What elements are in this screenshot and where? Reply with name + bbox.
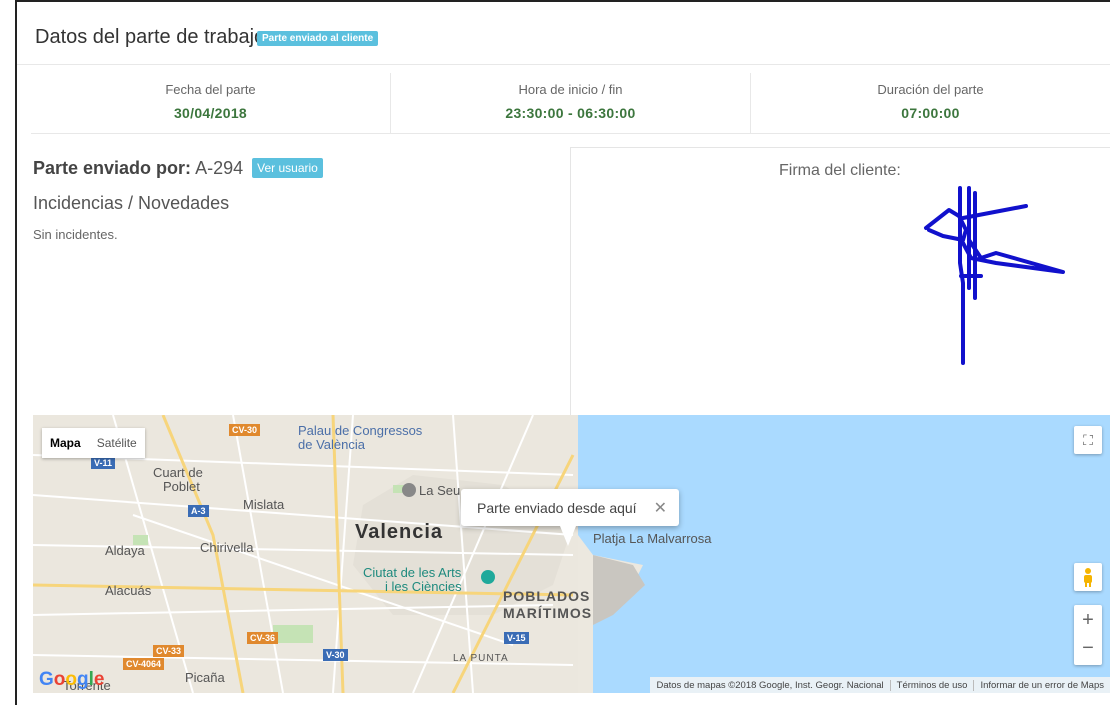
map-label-cuart-1: Cuart de xyxy=(153,465,203,480)
map-label-mislata: Mislata xyxy=(243,497,285,512)
info-window: Parte enviado desde aquí ✕ xyxy=(461,489,679,526)
info-window-pointer xyxy=(560,526,576,546)
stat-time-value: 23:30:00 - 06:30:00 xyxy=(505,105,636,121)
road-shield-v15: V-15 xyxy=(504,632,529,644)
incidents-text: Sin incidentes. xyxy=(33,227,118,242)
card-header: Datos del parte de trabajo Parte enviado… xyxy=(17,2,1110,65)
fullscreen-icon: ⛶ xyxy=(1083,431,1093,448)
street-view-pegman[interactable] xyxy=(1074,563,1102,591)
stat-duration-label: Duración del parte xyxy=(877,82,984,97)
sender-line: Parte enviado por: A-294 Ver usuario xyxy=(33,158,553,179)
page-title: Datos del parte de trabajo xyxy=(35,26,266,48)
map-label-seu: La Seu xyxy=(419,483,461,498)
road-shield-cv33: CV-33 xyxy=(153,645,185,657)
stat-date-label: Fecha del parte xyxy=(165,82,256,97)
report-details: Parte enviado por: A-294 Ver usuario Inc… xyxy=(33,150,553,242)
road-shield-a3: A-3 xyxy=(188,505,209,517)
stat-date: Fecha del parte 30/04/2018 xyxy=(31,73,391,133)
stat-duration: Duración del parte 07:00:00 xyxy=(751,73,1110,133)
close-icon[interactable]: ✕ xyxy=(654,498,667,518)
sender-label: Parte enviado por: xyxy=(33,158,192,178)
map-label-aldaya: Aldaya xyxy=(105,543,145,558)
zoom-out-button[interactable]: − xyxy=(1082,635,1094,665)
fullscreen-button[interactable]: ⛶ xyxy=(1074,426,1102,454)
status-badge: Parte enviado al cliente xyxy=(257,31,379,46)
zoom-control: + − xyxy=(1074,605,1102,665)
google-logo: Google xyxy=(39,669,105,690)
map-label-valencia: Valencia xyxy=(355,521,444,543)
road-shield-cv4064: CV-4064 xyxy=(123,658,165,670)
map-label-poblados-1: POBLADOS xyxy=(503,588,591,604)
pegman-icon xyxy=(1084,568,1092,587)
map-label-palau-1: Palau de Congressos xyxy=(298,423,423,438)
signature-panel: Firma del cliente: xyxy=(570,147,1110,415)
map-label-chirivella: Chirivella xyxy=(200,540,254,555)
map-type-map-button[interactable]: Mapa xyxy=(42,428,89,458)
report-error-link[interactable]: Informar de un error de Maps xyxy=(973,679,1110,691)
map-label-platja: Platja La Malvarrosa xyxy=(593,531,712,546)
map-tiles xyxy=(33,415,1110,693)
map-label-cuart-2: Poblet xyxy=(163,479,200,494)
road-shield-cv30: CV-30 xyxy=(229,424,261,436)
map-label-ciutat-2: i les Ciències xyxy=(385,579,462,594)
map-attribution: Datos de mapas ©2018 Google, Inst. Geogr… xyxy=(650,677,1110,693)
stat-time: Hora de inicio / fin 23:30:00 - 06:30:00 xyxy=(391,73,751,133)
map-label-alacuas: Alacuás xyxy=(105,583,152,598)
road-shield-cv36: CV-36 xyxy=(247,632,279,644)
map-type-satellite-button[interactable]: Satélite xyxy=(89,428,145,458)
stat-date-value: 30/04/2018 xyxy=(173,105,248,121)
map-data-credit: Datos de mapas ©2018 Google, Inst. Geogr… xyxy=(656,679,884,691)
info-window-text: Parte enviado desde aquí xyxy=(477,499,637,516)
road-shield-v11: V-11 xyxy=(91,457,116,469)
map-label-ciutat-1: Ciutat de les Arts xyxy=(363,565,462,580)
client-signature xyxy=(924,186,1065,365)
terms-link[interactable]: Términos de uso xyxy=(889,679,974,691)
zoom-in-button[interactable]: + xyxy=(1082,605,1094,635)
map-label-lapunta: LA PUNTA xyxy=(453,653,509,664)
stats-row: Fecha del parte 30/04/2018 Hora de inici… xyxy=(31,73,1110,134)
road-shield-v30: V-30 xyxy=(323,649,348,661)
stat-time-label: Hora de inicio / fin xyxy=(518,82,623,97)
map-label-palau-2: de València xyxy=(298,437,365,452)
sender-user: A-294 xyxy=(195,158,244,178)
map-type-control: Mapa Satélite xyxy=(42,428,145,458)
map-label-poblados-2: MARÍTIMOS xyxy=(503,605,593,621)
stat-duration-value: 07:00:00 xyxy=(901,105,960,121)
location-map[interactable]: Palau de Congressos de València Cuart de… xyxy=(33,415,1110,693)
view-user-button[interactable]: Ver usuario xyxy=(252,158,323,178)
map-label-picana: Picaña xyxy=(185,670,225,685)
incidents-title: Incidencias / Novedades xyxy=(33,193,230,213)
